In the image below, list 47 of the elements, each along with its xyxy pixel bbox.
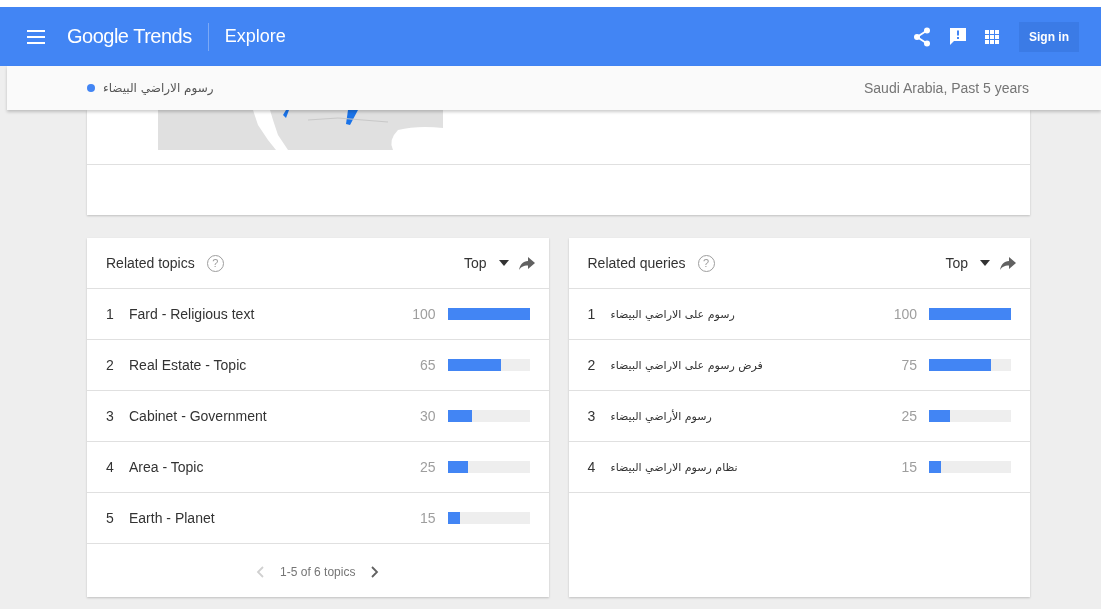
search-term: رسوم الاراضي البيضاء <box>103 81 214 95</box>
share-icon[interactable] <box>913 26 931 47</box>
page-title: Explore <box>224 26 286 47</box>
share-arrow-icon[interactable] <box>1000 256 1016 270</box>
rank-number: 2 <box>587 357 597 373</box>
sort-dropdown[interactable]: Top <box>945 255 990 271</box>
series-dot <box>87 84 95 92</box>
item-link[interactable]: Real Estate - Topic <box>129 357 247 373</box>
item-link[interactable]: رسوم الأراضي البيضاء <box>610 409 712 423</box>
panel-title: Related queries <box>587 255 686 271</box>
interest-value: 30 <box>419 408 436 424</box>
rank-number: 4 <box>587 459 597 475</box>
interest-value: 100 <box>412 306 436 322</box>
rank-number: 3 <box>587 408 597 424</box>
panel-title: Related topics <box>106 255 195 271</box>
feedback-icon[interactable] <box>949 27 967 46</box>
rank-number: 5 <box>106 510 115 526</box>
item-link[interactable]: فرض رسوم على الاراضي البيضاء <box>610 358 763 372</box>
interest-value: 65 <box>419 357 436 373</box>
interest-value: 100 <box>893 306 917 322</box>
rank-number: 1 <box>106 306 115 322</box>
share-arrow-icon[interactable] <box>518 256 535 270</box>
interest-value: 15 <box>419 510 436 526</box>
item-link[interactable]: Cabinet - Government <box>129 408 267 424</box>
caret-icon <box>980 260 990 266</box>
item-link[interactable]: Area - Topic <box>129 459 204 475</box>
rank-number: 1 <box>587 306 597 322</box>
rank-number: 2 <box>106 357 115 373</box>
item-link[interactable]: رسوم على الاراضي البيضاء <box>610 307 735 321</box>
interest-value: 75 <box>901 357 917 373</box>
interest-value: 25 <box>901 408 917 424</box>
interest-value: 25 <box>419 459 436 475</box>
rank-number: 4 <box>106 459 115 475</box>
pagination-text: 1-5 of 6 topics <box>280 565 356 579</box>
rank-number: 3 <box>106 408 115 424</box>
scope-text: Saudi Arabia, Past 5 years <box>864 80 1029 96</box>
caret-icon <box>498 260 509 266</box>
menu-icon[interactable] <box>27 29 45 44</box>
sort-dropdown[interactable]: Top <box>463 255 509 271</box>
item-link[interactable]: نظام رسوم الاراضي البيضاء <box>610 460 738 474</box>
logo[interactable]: Google Trends <box>67 25 192 48</box>
next-page-icon[interactable] <box>371 566 380 578</box>
apps-grid-icon[interactable] <box>985 29 999 44</box>
item-link[interactable]: Fard - Religious text <box>129 306 255 322</box>
interest-value: 15 <box>901 459 917 475</box>
sign-in-button[interactable]: Sign in <box>1019 21 1079 52</box>
item-link[interactable]: Earth - Planet <box>129 510 215 526</box>
